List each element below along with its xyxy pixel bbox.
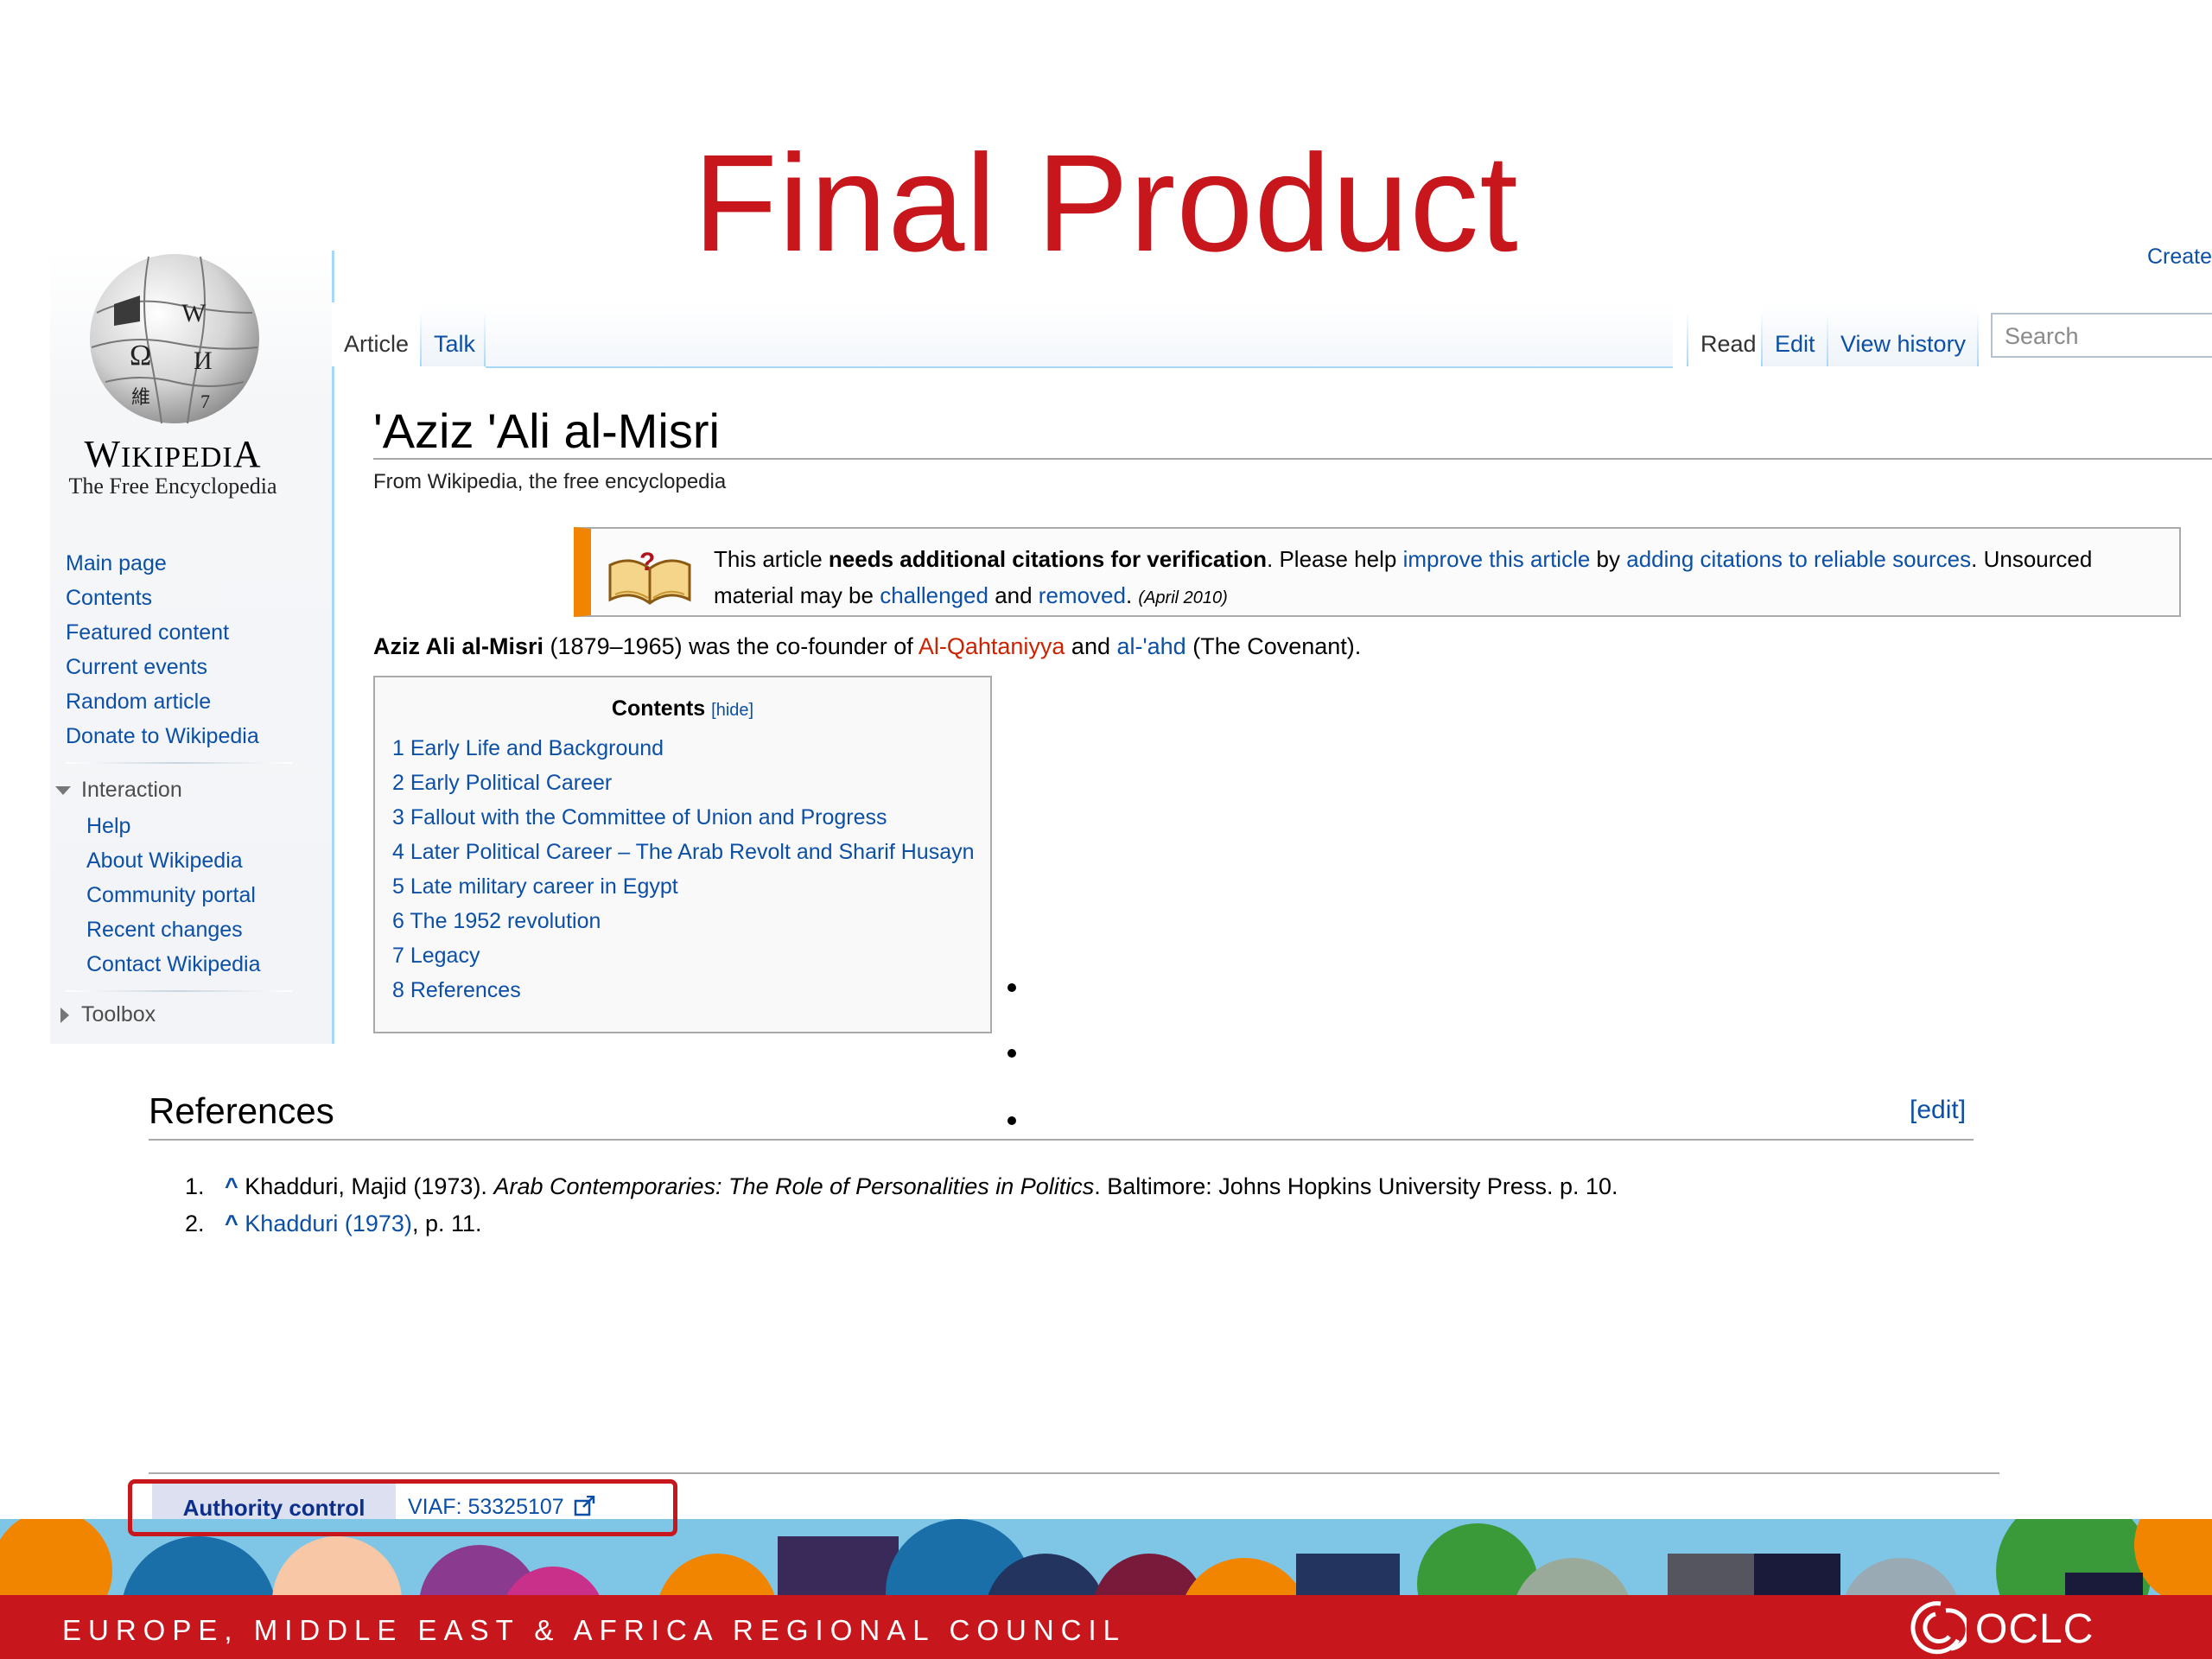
reference-text: , p. 11. (411, 1211, 482, 1236)
nav-contents[interactable]: Contents (66, 586, 152, 611)
notice-t2: . Please help (1267, 546, 1403, 572)
nav-contact-wikipedia[interactable]: Contact Wikipedia (86, 952, 260, 977)
svg-text:Ω: Ω (130, 340, 151, 372)
article-source-line: From Wikipedia, the free encyclopedia (373, 470, 727, 493)
nav-help[interactable]: Help (86, 814, 130, 839)
references-divider (149, 1139, 1974, 1141)
toc-item[interactable]: 5 Late military career in Egypt (392, 874, 678, 899)
interaction-heading: Interaction (81, 778, 182, 802)
create-account-link[interactable]: Create (2147, 245, 2212, 270)
notice-t6: . (1125, 582, 1139, 608)
reference-number: 1. (185, 1173, 205, 1199)
removed-link[interactable]: removed (1039, 582, 1126, 608)
toc-item[interactable]: 1 Early Life and Background (392, 736, 664, 761)
reference-text: Khadduri, Majid (1973). (238, 1173, 494, 1199)
improve-article-link[interactable]: improve this article (1403, 546, 1591, 572)
nav-random-article[interactable]: Random article (66, 690, 211, 715)
search-input[interactable]: Search (1991, 313, 2212, 358)
notice-t5: and (988, 582, 1039, 608)
search-placeholder: Search (2005, 323, 2079, 349)
notice-t3: by (1590, 546, 1627, 572)
wikipedia-wordmark: WIKIPEDIA (84, 433, 262, 475)
tab-talk[interactable]: Talk (422, 302, 488, 366)
adding-citations-link[interactable]: adding citations to reliable sources (1626, 546, 1971, 572)
backlink-caret[interactable]: ^ (225, 1211, 238, 1236)
portal-divider (66, 990, 292, 992)
toc-item[interactable]: 2 Early Political Career (392, 771, 612, 796)
reference-number: 2. (185, 1211, 205, 1236)
article-title: 'Aziz 'Ali al-Misri (373, 404, 720, 458)
notice-date: (April 2010) (1138, 588, 1228, 607)
al-ahd-link[interactable]: al-'ahd (1116, 633, 1185, 659)
wikipedia-tagline: The Free Encyclopedia (68, 474, 277, 499)
bullet-dot (1007, 983, 1016, 992)
references-heading: References (149, 1090, 334, 1131)
toolbox-heading: Toolbox (81, 1002, 156, 1027)
wordmark-rest: IKIPEDI (120, 442, 233, 474)
khadduri-link[interactable]: Khadduri (1973) (245, 1211, 412, 1236)
reference-text: . Baltimore: Johns Hopkins University Pr… (1094, 1173, 1618, 1199)
bullet-dot (1007, 1049, 1016, 1058)
lead-subject: Aziz Ali al-Misri (373, 633, 544, 659)
toc-item[interactable]: 6 The 1952 revolution (392, 909, 601, 934)
notice-text: This article needs additional citations … (714, 541, 2174, 616)
tab-edit[interactable]: Edit (1763, 302, 1827, 366)
references-edit-link[interactable]: [edit] (1910, 1096, 1966, 1125)
nav-main-page[interactable]: Main page (66, 551, 167, 576)
tab-read[interactable]: Read (1688, 302, 1769, 366)
oclc-logo: OCLC (1906, 1599, 2096, 1656)
toc-item[interactable]: 3 Fallout with the Committee of Union an… (392, 805, 887, 830)
nav-donate[interactable]: Donate to Wikipedia (66, 724, 259, 749)
notice-bold: needs additional citations for verificat… (828, 546, 1268, 572)
tab-divider (1977, 311, 1979, 366)
collapse-arrow-icon (55, 786, 71, 796)
challenged-link[interactable]: challenged (880, 582, 988, 608)
lead-t2: and (1065, 633, 1117, 659)
oclc-wordmark: OCLC (1975, 1606, 2094, 1652)
title-divider (373, 458, 2212, 460)
expand-arrow-icon (60, 1007, 69, 1024)
lead-t1: (1879–1965) was the co-founder of (543, 633, 918, 659)
tab-article[interactable]: Article (332, 302, 422, 366)
tab-spacer (486, 302, 1673, 368)
svg-text:?: ? (639, 548, 655, 576)
table-of-contents: Contents [hide] 1 Early Life and Backgro… (373, 676, 992, 1033)
toc-item[interactable]: 8 References (392, 978, 521, 1003)
al-qahtaniyya-link[interactable]: Al-Qahtaniyya (918, 633, 1065, 659)
reference-item: ^ Khadduri (1973), p. 11. (225, 1211, 482, 1237)
lead-t3: (The Covenant). (1185, 633, 1362, 659)
bullet-dot (1007, 1116, 1016, 1125)
nav-featured-content[interactable]: Featured content (66, 620, 229, 645)
toolbox-toggle[interactable]: Toolbox (60, 1002, 156, 1027)
toc-hide-link[interactable]: [hide] (711, 701, 753, 720)
portal-divider (66, 762, 292, 764)
backlink-caret[interactable]: ^ (225, 1173, 238, 1199)
authority-highlight-frame (128, 1479, 677, 1536)
toc-item[interactable]: 7 Legacy (392, 944, 480, 969)
nav-about-wikipedia[interactable]: About Wikipedia (86, 849, 243, 874)
toc-title: Contents (611, 696, 706, 721)
nav-community-portal[interactable]: Community portal (86, 883, 256, 908)
notice-t1: This article (714, 546, 829, 572)
tab-view-history[interactable]: View history (1828, 302, 1979, 366)
interaction-toggle[interactable]: Interaction (55, 778, 182, 803)
citation-notice: ? This article needs additional citation… (574, 527, 2181, 617)
page-tabs: Article Talk Read Edit View history (332, 302, 2212, 372)
lead-paragraph: Aziz Ali al-Misri (1879–1965) was the co… (373, 633, 1361, 660)
toc-heading: Contents [hide] (375, 696, 990, 721)
toc-item[interactable]: 4 Later Political Career – The Arab Revo… (392, 840, 975, 865)
wikipedia-globe-logo[interactable]: Ω W И 維 7 (79, 252, 270, 429)
oclc-mark-icon (1910, 1601, 1967, 1655)
reference-item: ^ Khadduri, Majid (1973). Arab Contempor… (225, 1173, 1618, 1200)
svg-text:W: W (181, 299, 207, 327)
nav-current-events[interactable]: Current events (66, 655, 207, 680)
svg-text:7: 7 (200, 391, 210, 412)
open-book-question-icon: ? (608, 548, 691, 605)
svg-text:И: И (194, 346, 213, 375)
reference-work-title: Arab Contemporaries: The Role of Persona… (493, 1173, 1095, 1199)
svg-text:維: 維 (131, 386, 150, 408)
nav-recent-changes[interactable]: Recent changes (86, 918, 243, 943)
footer-council-name: EUROPE, MIDDLE EAST & AFRICA REGIONAL CO… (62, 1614, 1127, 1646)
